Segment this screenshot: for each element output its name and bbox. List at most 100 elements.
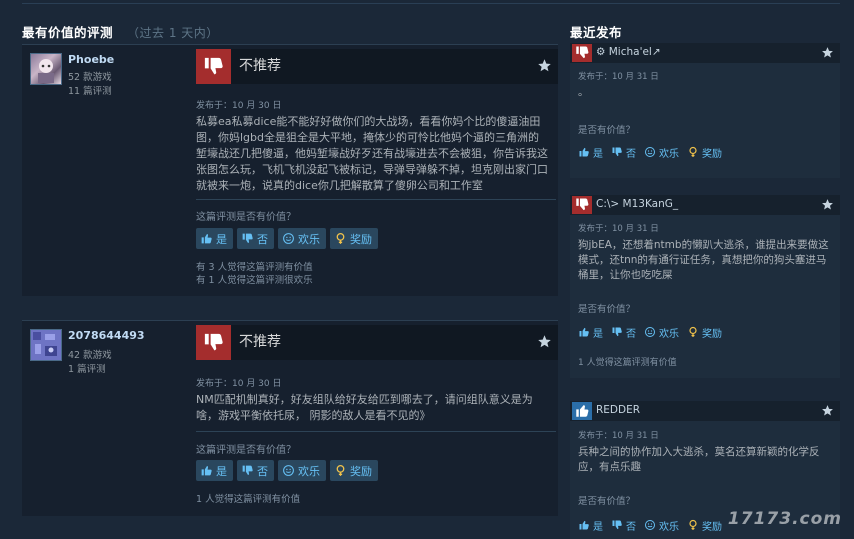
vote-no-button[interactable]: 否 bbox=[611, 144, 636, 160]
award-icon bbox=[336, 232, 345, 244]
vote-no-button[interactable]: 否 bbox=[611, 517, 636, 533]
vote-buttons: 是 否 欢乐 奖励 bbox=[578, 144, 722, 160]
vote-yes-button[interactable]: 是 bbox=[578, 144, 603, 160]
award-button[interactable]: 奖励 bbox=[330, 460, 378, 481]
vote-funny-button[interactable]: 欢乐 bbox=[644, 144, 679, 160]
posted-date: 发布于：10 月 31 日 bbox=[578, 224, 659, 234]
vote-no-button[interactable]: 否 bbox=[237, 228, 274, 249]
vote-no-label: 否 bbox=[257, 232, 268, 246]
avatar[interactable] bbox=[30, 329, 62, 361]
posted-date: 发布于：10 月 30 日 bbox=[196, 101, 282, 111]
vote-no-label: 否 bbox=[626, 148, 636, 160]
vote-no-button[interactable]: 否 bbox=[237, 460, 274, 481]
vote-yes-label: 是 bbox=[593, 148, 603, 160]
games-owned[interactable]: 52 款游戏 bbox=[68, 69, 112, 83]
vote-funny-label: 欢乐 bbox=[659, 148, 679, 160]
smiley-icon bbox=[283, 233, 294, 244]
helpful-stat: 1 人觉得这篇评测有价值 bbox=[578, 358, 677, 368]
award-label: 奖励 bbox=[702, 148, 722, 160]
thumbs-down-icon bbox=[242, 465, 253, 475]
vote-funny-button[interactable]: 欢乐 bbox=[278, 460, 326, 481]
thumbs-down-icon bbox=[612, 520, 622, 530]
helpful-question: 是否有价值？ bbox=[578, 496, 636, 507]
games-owned[interactable]: 42 款游戏 bbox=[68, 347, 112, 361]
watermark-logo: 17173.com bbox=[727, 509, 842, 529]
vote-funny-button[interactable]: 欢乐 bbox=[644, 324, 679, 340]
vote-no-label: 否 bbox=[257, 464, 268, 478]
vote-yes-label: 是 bbox=[216, 232, 227, 246]
recent-review-header[interactable]: ⚙ Micha'el↗ bbox=[570, 43, 840, 63]
thumbs-down-icon bbox=[612, 147, 622, 157]
vote-buttons: 是 否 欢乐 奖励 bbox=[196, 460, 378, 481]
reviews-count[interactable]: 11 篇评测 bbox=[68, 83, 112, 97]
award-button[interactable]: 奖励 bbox=[687, 144, 722, 160]
review-text: 私募ea私募dice能不能好好做你们的大战场，看看你妈个比的傻逼油田图，你妈lg… bbox=[196, 115, 548, 192]
award-label: 奖励 bbox=[702, 328, 722, 340]
vote-yes-label: 是 bbox=[593, 328, 603, 340]
thumbs-up-icon bbox=[572, 402, 592, 420]
thumbs-up-icon bbox=[579, 520, 589, 530]
review-text: NM匹配机制真好，好友组队给好友给匹到哪去了，请问组队意义是为啥，游戏平衡依托尿… bbox=[196, 393, 533, 422]
divider bbox=[196, 199, 556, 200]
helpful-stat: 有 3 人觉得这篇评测有价值 bbox=[196, 262, 313, 273]
vote-funny-button[interactable]: 欢乐 bbox=[278, 228, 326, 249]
vote-funny-button[interactable]: 欢乐 bbox=[644, 517, 679, 533]
recent-author-name[interactable]: REDDER bbox=[596, 404, 640, 416]
star-icon[interactable] bbox=[821, 198, 834, 211]
award-label: 奖励 bbox=[350, 232, 372, 246]
thumbs-down-icon bbox=[572, 196, 592, 214]
recent-review-card: ⚙ Micha'el↗ 发布于：10 月 31 日 。 是否有价值？ 是 否 欢… bbox=[570, 43, 840, 178]
recent-review-header[interactable]: REDDER bbox=[570, 401, 840, 421]
author-name[interactable]: Phoebe bbox=[68, 53, 114, 66]
vote-buttons: 是 否 欢乐 奖励 bbox=[196, 228, 378, 249]
vote-no-label: 否 bbox=[626, 328, 636, 340]
recent-review-card: C:\> M13KanG_ 发布于：10 月 31 日 狗jbEA，还想着ntm… bbox=[570, 195, 840, 378]
helpful-stat: 1 人觉得这篇评测有价值 bbox=[196, 494, 301, 505]
posted-date: 发布于：10 月 30 日 bbox=[196, 379, 282, 389]
award-icon bbox=[689, 519, 697, 530]
award-icon bbox=[689, 326, 697, 337]
reviews-count[interactable]: 1 篇评测 bbox=[68, 361, 106, 375]
thumbs-down-icon bbox=[242, 233, 253, 243]
author-name[interactable]: 2078644493 bbox=[68, 329, 145, 342]
recent-author-name[interactable]: ⚙ Micha'el↗ bbox=[596, 46, 661, 58]
award-label: 奖励 bbox=[702, 521, 722, 533]
thumbs-up-icon bbox=[579, 147, 589, 157]
vote-funny-label: 欢乐 bbox=[659, 521, 679, 533]
vote-no-label: 否 bbox=[626, 521, 636, 533]
recent-review-header[interactable]: C:\> M13KanG_ bbox=[570, 195, 840, 215]
review-card: 2078644493 42 款游戏 1 篇评测 不推荐 发布于：10 月 30 … bbox=[22, 320, 558, 516]
vote-yes-button[interactable]: 是 bbox=[196, 228, 233, 249]
vote-buttons: 是 否 欢乐 奖励 bbox=[578, 517, 722, 533]
vote-header[interactable]: 不推荐 bbox=[196, 325, 558, 360]
smiley-icon bbox=[283, 465, 294, 476]
star-icon[interactable] bbox=[821, 46, 834, 59]
vote-header[interactable]: 不推荐 bbox=[196, 49, 558, 84]
award-button[interactable]: 奖励 bbox=[687, 517, 722, 533]
helpful-question: 这篇评测是否有价值？ bbox=[196, 212, 296, 223]
posted-date: 发布于：10 月 31 日 bbox=[578, 72, 659, 82]
award-button[interactable]: 奖励 bbox=[330, 228, 378, 249]
thumbs-up-icon bbox=[579, 327, 589, 337]
vote-no-button[interactable]: 否 bbox=[611, 324, 636, 340]
star-icon[interactable] bbox=[537, 334, 552, 349]
star-icon[interactable] bbox=[821, 404, 834, 417]
vote-yes-label: 是 bbox=[593, 521, 603, 533]
recent-author-name[interactable]: C:\> M13KanG_ bbox=[596, 198, 678, 210]
review-text: 兵种之间的协作加入大逃杀，莫名还算新颖的化学反应，有点乐趣 bbox=[578, 446, 820, 473]
vote-funny-label: 欢乐 bbox=[659, 328, 679, 340]
vote-yes-label: 是 bbox=[216, 464, 227, 478]
most-helpful-title: 最有价值的评测 （过去 1 天内） bbox=[22, 22, 219, 41]
review-verdict: 不推荐 bbox=[239, 58, 281, 74]
vote-yes-button[interactable]: 是 bbox=[578, 517, 603, 533]
vote-yes-button[interactable]: 是 bbox=[196, 460, 233, 481]
award-button[interactable]: 奖励 bbox=[687, 324, 722, 340]
funny-stat: 有 1 人觉得这篇评测很欢乐 bbox=[196, 275, 313, 286]
vote-yes-button[interactable]: 是 bbox=[578, 324, 603, 340]
vote-funny-label: 欢乐 bbox=[298, 232, 320, 246]
review-text: 。 bbox=[578, 86, 589, 98]
avatar[interactable] bbox=[30, 53, 62, 85]
star-icon[interactable] bbox=[537, 58, 552, 73]
helpful-question: 是否有价值？ bbox=[578, 125, 636, 136]
section-title-text: 最有价值的评测 bbox=[22, 25, 114, 40]
